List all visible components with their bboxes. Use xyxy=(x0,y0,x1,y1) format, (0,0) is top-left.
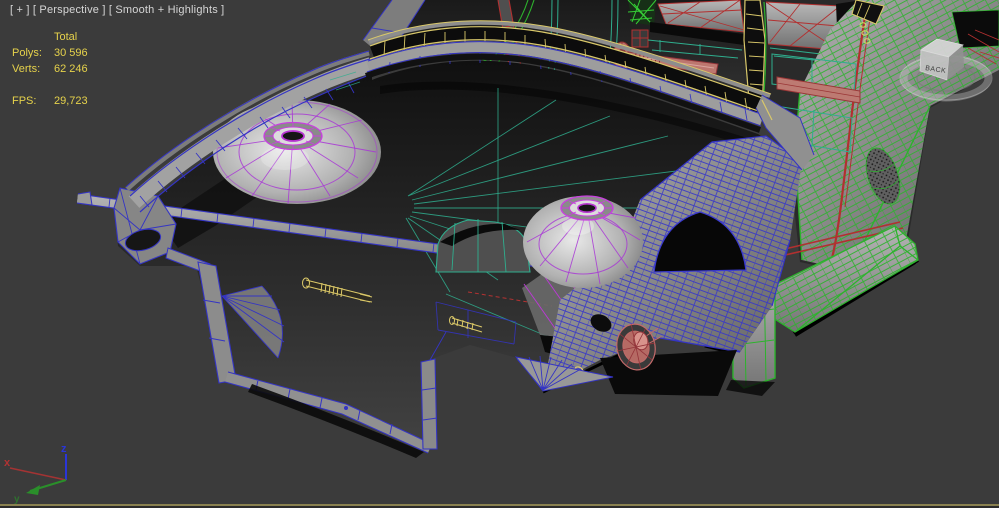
strut-tower-left[interactable] xyxy=(213,100,381,205)
strut-tower-right[interactable] xyxy=(523,195,643,288)
axis-x-label: x xyxy=(4,457,11,469)
axis-z-label: z xyxy=(61,443,67,455)
strut-mount-ring-left xyxy=(263,121,323,151)
strut-mount-ring-right xyxy=(560,195,614,221)
viewport-canvas[interactable]: z x y BACK xyxy=(0,0,999,508)
column-bracket-red xyxy=(631,29,649,48)
rear-window-opening xyxy=(951,9,999,49)
viewport-label[interactable]: [ + ] [ Perspective ] [ Smooth + Highlig… xyxy=(10,4,224,16)
